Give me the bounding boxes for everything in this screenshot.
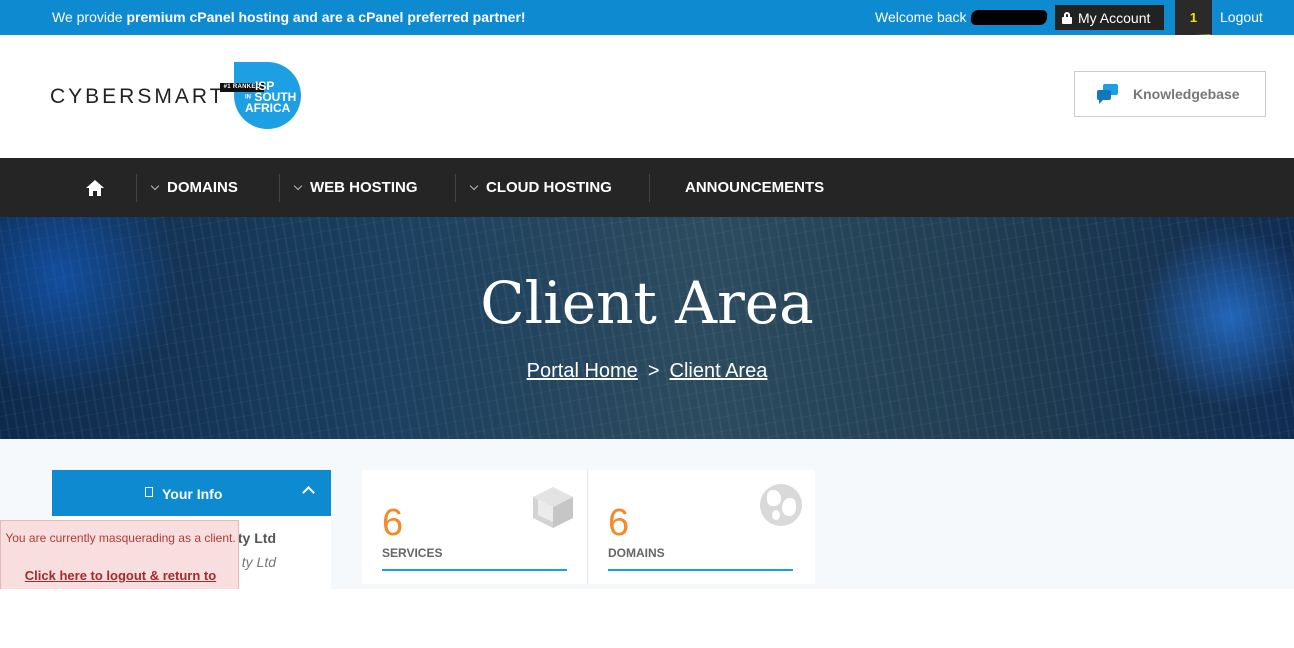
header: CYBERSMART #1 RANKED ISP IN SOUTH AFRICA… <box>0 35 1294 158</box>
badge-line3: AFRICA <box>245 101 291 116</box>
nav-divider <box>136 174 137 202</box>
masquerade-notice: You are currently masquerading as a clie… <box>0 520 239 589</box>
globe-icon <box>760 484 802 526</box>
nav-item-domains[interactable]: DOMAINS <box>150 179 238 196</box>
knowledgebase-button[interactable]: Knowledgebase <box>1074 71 1266 117</box>
user-icon <box>145 487 153 497</box>
cube-icon <box>533 487 573 528</box>
badge-text: ISP IN SOUTH AFRICA <box>245 80 297 116</box>
masquerade-message: You are currently masquerading as a clie… <box>5 531 236 545</box>
knowledgebase-label: Knowledgebase <box>1133 86 1240 102</box>
notification-badge[interactable]: 1 <box>1175 0 1212 35</box>
nav-item-cloud-hosting[interactable]: CLOUD HOSTING <box>469 179 612 196</box>
breadcrumb-separator: > <box>647 360 660 382</box>
domains-underline <box>608 569 793 571</box>
your-info-title: Your Info <box>162 486 223 502</box>
promo-text: We provide premium cPanel hosting and ar… <box>52 9 526 25</box>
badge-in: IN <box>245 94 251 101</box>
your-info-header[interactable]: Your Info <box>52 470 331 516</box>
breadcrumb-client-area[interactable]: Client Area <box>670 360 768 383</box>
welcome-text: Welcome back <box>875 9 967 25</box>
services-underline <box>382 569 567 571</box>
chevron-down-icon <box>150 181 160 190</box>
hero-banner: Client Area Portal Home > Client Area <box>0 217 1294 439</box>
stats-panel: 6 SERVICES 6 DOMAINS <box>362 470 815 584</box>
chevron-down-icon <box>293 181 303 190</box>
chevron-down-icon <box>469 181 479 190</box>
stat-domains[interactable]: 6 DOMAINS <box>588 470 814 584</box>
logo-text[interactable]: CYBERSMART <box>50 85 225 109</box>
masquerade-logout-link[interactable]: Click here to logout & return to <box>1 568 240 583</box>
nav-item-label: ANNOUNCEMENTS <box>685 179 825 196</box>
domains-count: 6 <box>608 502 630 544</box>
nav-divider <box>279 174 280 202</box>
page: We provide premium cPanel hosting and ar… <box>0 0 1294 648</box>
logout-link[interactable]: Logout <box>1220 9 1263 25</box>
promo-prefix: We provide <box>52 9 127 25</box>
nav-item-label: WEB HOSTING <box>310 179 418 196</box>
lock-icon <box>1062 11 1072 24</box>
nav-item-web-hosting[interactable]: WEB HOSTING <box>293 179 418 196</box>
services-label: SERVICES <box>382 546 443 560</box>
page-title: Client Area <box>480 269 814 337</box>
top-bar: We provide premium cPanel hosting and ar… <box>0 0 1294 35</box>
nav-item-label: CLOUD HOSTING <box>486 179 612 196</box>
page-bottom <box>0 589 1294 648</box>
redacted-username <box>969 10 1049 25</box>
nav-item-label: DOMAINS <box>167 179 238 196</box>
services-count: 6 <box>382 502 404 544</box>
main-nav: DOMAINS WEB HOSTING CLOUD HOSTING ANNOUN… <box>0 158 1294 217</box>
nav-item-announcements[interactable]: ANNOUNCEMENTS <box>685 179 824 196</box>
my-account-button[interactable]: My Account <box>1055 5 1164 30</box>
stat-services[interactable]: 6 SERVICES <box>362 470 588 584</box>
domains-label: DOMAINS <box>608 546 665 560</box>
breadcrumb-portal-home[interactable]: Portal Home <box>527 360 638 383</box>
my-account-label: My Account <box>1078 9 1151 26</box>
nav-divider <box>649 174 650 202</box>
nav-divider <box>455 174 456 202</box>
breadcrumb: Portal Home > Client Area <box>0 360 1294 383</box>
promo-bold: premium cPanel hosting and are a cPanel … <box>126 9 526 25</box>
chevron-up-icon[interactable] <box>302 486 315 499</box>
chat-bubbles-icon <box>1097 84 1119 104</box>
home-icon[interactable] <box>86 180 104 196</box>
